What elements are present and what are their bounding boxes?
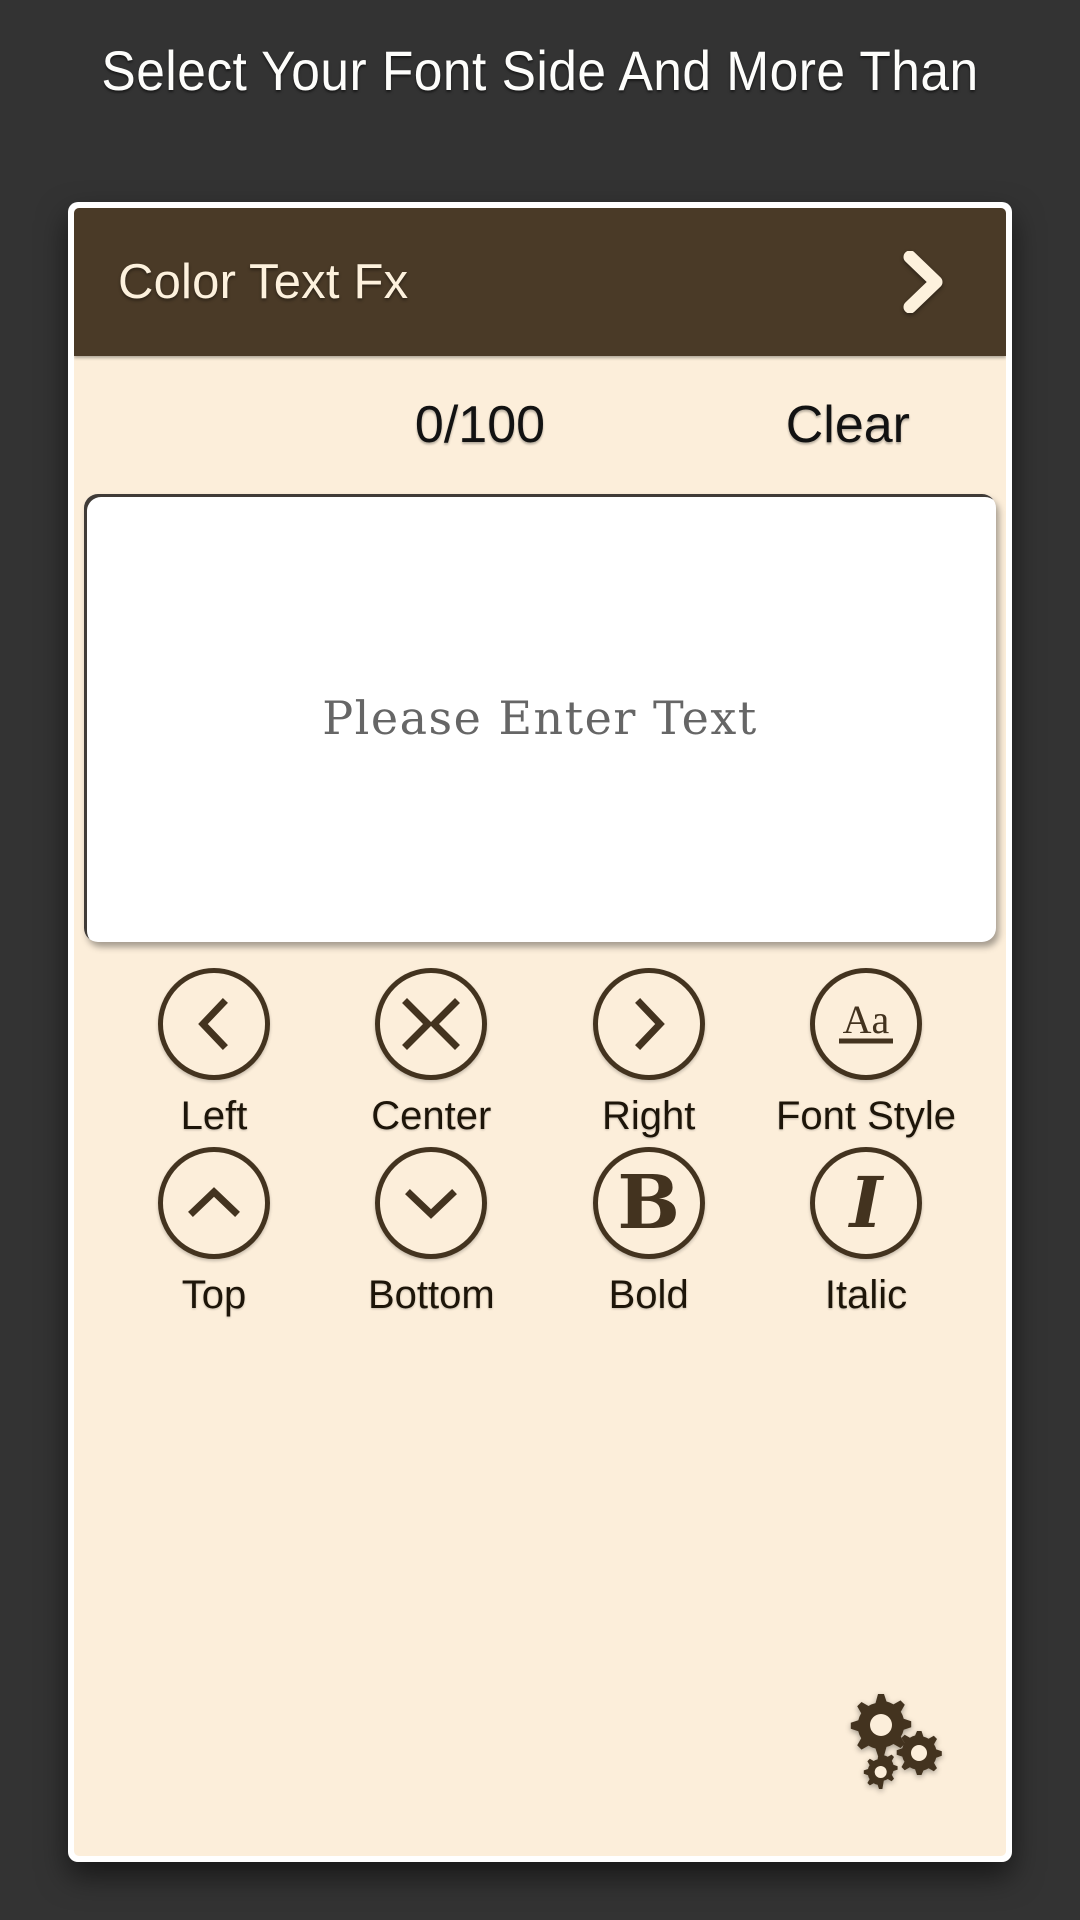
tool-center-label: Center (371, 1094, 492, 1138)
font-style-aa-icon: Aa (809, 968, 922, 1080)
tool-row-format: Top Bottom B Bold I Italic (114, 1147, 966, 1318)
tool-right[interactable]: Right (549, 968, 749, 1139)
italic-i-icon: I (809, 1147, 922, 1259)
tool-grid: Left Center Right Aa Font Style Top Bott… (74, 942, 1006, 1318)
svg-text:Aa: Aa (843, 997, 890, 1042)
align-center-icon (375, 968, 488, 1080)
tool-top-label: Top (181, 1273, 247, 1317)
app-root: Select Your Font Side And More Than Colo… (0, 0, 1080, 1920)
page-title: Select Your Font Side And More Than (101, 39, 979, 102)
italic-i-glyph: I (849, 1161, 883, 1244)
tool-row-alignment: Left Center Right Aa Font Style (114, 968, 966, 1139)
tool-bottom-label: Bottom (367, 1273, 495, 1317)
tool-bottom[interactable]: Bottom (331, 1147, 531, 1318)
gears-settings-icon[interactable] (842, 1686, 952, 1794)
tool-font-style[interactable]: Aa Font Style (766, 968, 966, 1139)
tool-italic-label: Italic (824, 1273, 908, 1317)
app-bar-title: Color Text Fx (118, 255, 409, 309)
app-panel-inner: Color Text Fx 0/100 Clear Please Enter T… (74, 208, 1006, 1856)
tool-left-label: Left (180, 1094, 248, 1138)
tool-center[interactable]: Center (331, 968, 531, 1139)
bold-b-glyph: B (617, 1160, 680, 1246)
tool-font-style-label: Font Style (775, 1094, 957, 1138)
bold-b-icon: B (592, 1147, 705, 1259)
tool-bold[interactable]: B Bold (549, 1147, 749, 1318)
chevron-up-icon (158, 1147, 270, 1259)
text-input-placeholder: Please Enter Text (322, 691, 758, 745)
tool-right-label: Right (601, 1094, 696, 1138)
chevron-left-icon (158, 968, 270, 1080)
app-bar: Color Text Fx (74, 208, 1006, 356)
app-panel: Color Text Fx 0/100 Clear Please Enter T… (68, 202, 1012, 1862)
clear-button[interactable]: Clear (786, 395, 910, 455)
tool-bold-label: Bold (608, 1273, 689, 1317)
tool-italic[interactable]: I Italic (766, 1147, 966, 1318)
chevron-down-icon (375, 1147, 488, 1259)
chevron-right-icon[interactable] (896, 251, 952, 313)
text-input-area[interactable]: Please Enter Text (84, 494, 996, 942)
tool-left[interactable]: Left (114, 968, 314, 1139)
counter-row: 0/100 Clear (74, 356, 1006, 494)
tool-top[interactable]: Top (114, 1147, 314, 1318)
chevron-right-icon (592, 968, 705, 1080)
